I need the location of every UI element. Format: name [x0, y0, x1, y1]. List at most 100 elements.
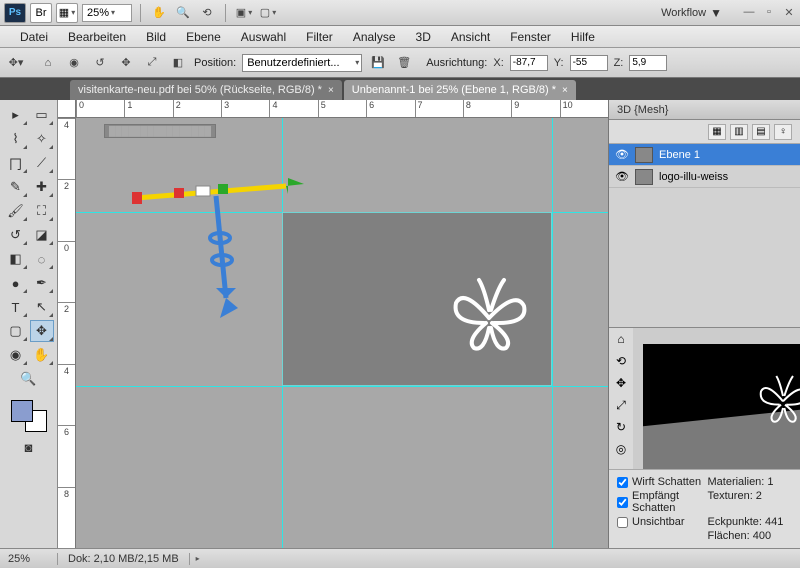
- menu-auswahl[interactable]: Auswahl: [231, 30, 296, 44]
- cube-icon[interactable]: ◧: [168, 53, 188, 73]
- workspace-menu[interactable]: Workflow ▼: [655, 6, 728, 20]
- home-view-icon[interactable]: ⌂: [38, 53, 58, 73]
- status-docsize[interactable]: Dok: 2,10 MB/2,15 MB: [58, 553, 190, 565]
- dodge-tool[interactable]: ●: [4, 272, 28, 294]
- move-3d-icon[interactable]: ✥: [116, 53, 136, 73]
- material-icon[interactable]: ▤: [752, 124, 770, 140]
- preview-home-icon[interactable]: ⌂: [612, 332, 630, 350]
- 3d-manipulator[interactable]: [126, 168, 306, 338]
- visibility-icon[interactable]: 👁: [615, 170, 629, 183]
- light-icon[interactable]: ♀: [774, 124, 792, 140]
- menu-ansicht[interactable]: Ansicht: [441, 30, 500, 44]
- quickmask-icon[interactable]: ◙: [17, 436, 41, 458]
- 3d-camera-tool[interactable]: ◉: [4, 344, 28, 366]
- preview-return-icon[interactable]: ⟲: [612, 354, 630, 372]
- filmstrip-icon[interactable]: ▦▾: [56, 3, 78, 23]
- zoom-level-combo[interactable]: 25%▾: [82, 4, 132, 22]
- return-icon[interactable]: ↺: [90, 53, 110, 73]
- history-brush-tool[interactable]: ↺: [4, 224, 28, 246]
- panels-area: 3D {Mesh} ▦ ▥ ▤ ♀ 👁 Ebene 1 👁 logo-illu-…: [608, 100, 800, 548]
- close-icon[interactable]: ×: [562, 85, 568, 96]
- preview-rotate-icon[interactable]: ↻: [612, 420, 630, 438]
- ruler-vertical[interactable]: 4202468: [58, 118, 76, 548]
- camera-icon[interactable]: ◉: [64, 53, 84, 73]
- mesh-icon[interactable]: ▥: [730, 124, 748, 140]
- menu-3d[interactable]: 3D: [406, 30, 441, 44]
- cast-shadow-checkbox[interactable]: Wirft Schatten: [617, 476, 702, 488]
- current-tool-icon[interactable]: ✥▾: [6, 53, 26, 73]
- menu-fenster[interactable]: Fenster: [500, 30, 561, 44]
- heal-tool[interactable]: ✚: [30, 176, 54, 198]
- close-button[interactable]: ✕: [782, 6, 796, 19]
- path-select-tool[interactable]: ↖: [30, 296, 54, 318]
- type-tool[interactable]: T: [4, 296, 28, 318]
- scale-3d-icon[interactable]: ⤢: [142, 53, 162, 73]
- menu-bild[interactable]: Bild: [136, 30, 176, 44]
- gradient-tool[interactable]: ◧: [4, 248, 28, 270]
- wand-tool[interactable]: ✧: [30, 128, 54, 150]
- menu-filter[interactable]: Filter: [296, 30, 343, 44]
- canvas-area[interactable]: 012345678910 4202468 ████████████████: [58, 100, 608, 548]
- status-menu-icon[interactable]: ▸: [190, 554, 206, 563]
- x-field[interactable]: -87,7: [510, 55, 548, 71]
- ruler-origin[interactable]: [58, 100, 76, 118]
- crop-tool[interactable]: ⼌: [4, 152, 28, 174]
- photoshop-icon[interactable]: Ps: [4, 3, 26, 23]
- eraser-tool[interactable]: ◪: [30, 224, 54, 246]
- receive-shadow-checkbox[interactable]: Empfängt Schatten: [617, 490, 702, 514]
- color-swatches[interactable]: [9, 398, 49, 434]
- marquee-tool[interactable]: ▭: [30, 104, 54, 126]
- x-label: X:: [493, 57, 503, 69]
- move-tool[interactable]: ▸: [4, 104, 28, 126]
- pen-tool[interactable]: ✒: [30, 272, 54, 294]
- hand-tool[interactable]: ✋: [30, 344, 54, 366]
- invisible-checkbox[interactable]: Unsichtbar: [617, 516, 702, 528]
- scene-icon[interactable]: ▦: [708, 124, 726, 140]
- 3d-tool[interactable]: ✥: [30, 320, 54, 342]
- document-tab[interactable]: visitenkarte-neu.pdf bei 50% (Rückseite,…: [70, 80, 342, 100]
- visibility-icon[interactable]: 👁: [615, 148, 629, 161]
- options-bar: ✥▾ ⌂ ◉ ↺ ✥ ⤢ ◧ Position: Benutzerdefinie…: [0, 48, 800, 78]
- z-field[interactable]: 5,9: [629, 55, 667, 71]
- status-zoom[interactable]: 25%: [0, 553, 58, 565]
- hand-icon[interactable]: ✋: [149, 3, 169, 23]
- y-label: Y:: [554, 57, 564, 69]
- rotate-view-icon[interactable]: ⟲: [197, 3, 217, 23]
- mesh-layer-row[interactable]: 👁 Ebene 1: [609, 144, 800, 166]
- screenmode-icon[interactable]: ▢▾: [258, 3, 278, 23]
- menu-bearbeiten[interactable]: Bearbeiten: [58, 30, 136, 44]
- position-combo[interactable]: Benutzerdefiniert...: [242, 54, 362, 72]
- delete-icon[interactable]: 🗑: [394, 53, 414, 73]
- minimize-button[interactable]: —: [742, 6, 756, 19]
- stamp-tool[interactable]: ⛶: [30, 200, 54, 222]
- lasso-tool[interactable]: ⌇: [4, 128, 28, 150]
- brush-tool[interactable]: 🖌: [4, 200, 28, 222]
- menu-ebene[interactable]: Ebene: [176, 30, 231, 44]
- menu-datei[interactable]: Datei: [10, 30, 58, 44]
- zoom-icon[interactable]: 🔍: [173, 3, 193, 23]
- menu-hilfe[interactable]: Hilfe: [561, 30, 605, 44]
- ruler-horizontal[interactable]: 012345678910: [76, 100, 608, 118]
- eyedropper-tool[interactable]: ✎: [4, 176, 28, 198]
- preview-move-icon[interactable]: ✥: [612, 376, 630, 394]
- blur-tool[interactable]: ◌: [30, 248, 54, 270]
- materials-count: Materialien: 1: [708, 476, 793, 488]
- zoom-tool[interactable]: 🔍: [17, 368, 41, 390]
- bridge-icon[interactable]: Br: [30, 3, 52, 23]
- mesh-layer-row[interactable]: 👁 logo-illu-weiss: [609, 166, 800, 188]
- preview-orbit-icon[interactable]: ◎: [612, 442, 630, 460]
- shape-tool[interactable]: ▢: [4, 320, 28, 342]
- panel-tab-3d-mesh[interactable]: 3D {Mesh}: [609, 100, 800, 120]
- slice-tool[interactable]: ⟋: [30, 152, 54, 174]
- close-icon[interactable]: ×: [328, 85, 334, 96]
- arrange-icon[interactable]: ▣▾: [234, 3, 254, 23]
- y-field[interactable]: -55: [570, 55, 608, 71]
- 3d-preview[interactable]: [633, 328, 800, 469]
- save-icon[interactable]: 💾: [368, 53, 388, 73]
- maximize-button[interactable]: ▫: [762, 6, 776, 19]
- document-tab[interactable]: Unbenannt-1 bei 25% (Ebene 1, RGB/8) *×: [344, 80, 576, 100]
- preview-scale-icon[interactable]: ⤢: [612, 398, 630, 416]
- menu-analyse[interactable]: Analyse: [343, 30, 406, 44]
- vertices-count: Eckpunkte: 441: [708, 516, 793, 528]
- layer-name: Ebene 1: [659, 149, 700, 161]
